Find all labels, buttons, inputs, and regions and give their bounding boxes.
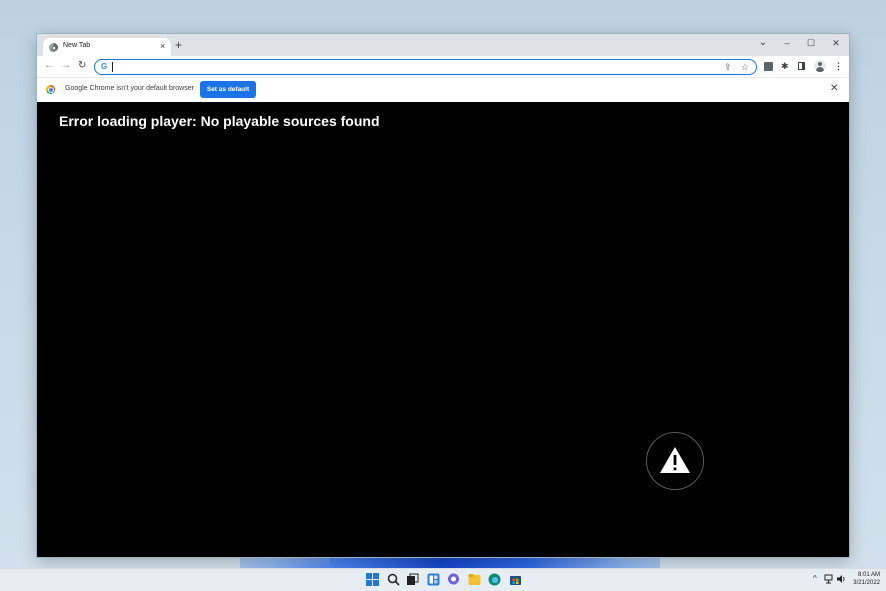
chrome-logo-icon bbox=[46, 85, 55, 94]
clock-date[interactable]: 3/21/2022 bbox=[848, 580, 880, 586]
file-explorer-icon[interactable] bbox=[468, 573, 481, 586]
task-view-icon[interactable] bbox=[406, 573, 419, 586]
windows-start-icon[interactable] bbox=[366, 573, 379, 586]
address-bar[interactable]: G ⇪ ☆ bbox=[94, 59, 757, 75]
browser-toolbar: ← → ↻ G ⇪ ☆ ✱ ⋮ bbox=[37, 56, 849, 77]
infobar-close-icon[interactable]: ✕ bbox=[830, 83, 838, 95]
new-tab-button[interactable]: + bbox=[175, 39, 182, 51]
back-button[interactable]: ← bbox=[44, 59, 54, 73]
browser-window: New Tab × + ⌄ – ☐ ✕ ← → ↻ G ⇪ ☆ ✱ ⋮ Goog… bbox=[37, 34, 849, 557]
profile-avatar-icon[interactable] bbox=[814, 60, 826, 72]
tab-close-icon[interactable]: × bbox=[160, 40, 165, 52]
warning-button[interactable] bbox=[646, 432, 704, 490]
globe-icon bbox=[49, 43, 58, 52]
google-g-icon: G bbox=[101, 62, 108, 71]
share-icon[interactable]: ⇪ bbox=[724, 60, 732, 74]
minimize-button[interactable]: – bbox=[778, 36, 796, 50]
tray-chevron-icon[interactable]: ^ bbox=[813, 573, 817, 585]
reload-button[interactable]: ↻ bbox=[78, 59, 86, 73]
side-panel-icon[interactable] bbox=[798, 62, 805, 70]
default-browser-infobar: Google Chrome isn't your default browser… bbox=[37, 77, 849, 103]
warning-triangle-icon bbox=[660, 447, 690, 473]
player-error-message: Error loading player: No playable source… bbox=[59, 113, 380, 129]
maximize-button[interactable]: ☐ bbox=[802, 36, 820, 50]
tab-title: New Tab bbox=[63, 42, 91, 49]
video-player[interactable]: Error loading player: No playable source… bbox=[37, 102, 849, 557]
forward-button[interactable]: → bbox=[61, 59, 71, 73]
tab-strip: New Tab × + ⌄ – ☐ ✕ bbox=[37, 34, 849, 56]
text-caret bbox=[112, 62, 113, 72]
infobar-message: Google Chrome isn't your default browser bbox=[65, 85, 194, 92]
volume-icon[interactable] bbox=[836, 574, 846, 584]
taskbar: ^ 8:01 AM 3/21/2022 bbox=[0, 568, 886, 591]
more-menu-icon[interactable]: ⋮ bbox=[834, 60, 843, 73]
bookmark-star-icon[interactable]: ☆ bbox=[741, 60, 749, 74]
tab-search-dropdown-icon[interactable]: ⌄ bbox=[754, 36, 772, 50]
network-icon[interactable] bbox=[824, 574, 834, 584]
widgets-icon[interactable] bbox=[427, 573, 440, 586]
store-icon[interactable] bbox=[509, 573, 522, 586]
chat-icon[interactable] bbox=[447, 573, 460, 586]
close-window-button[interactable]: ✕ bbox=[827, 36, 845, 50]
puzzle-extensions-icon[interactable]: ✱ bbox=[781, 60, 789, 73]
search-icon[interactable] bbox=[387, 573, 400, 586]
edge-icon[interactable] bbox=[488, 573, 501, 586]
tab-new-tab[interactable]: New Tab × bbox=[43, 38, 171, 56]
extension-icon[interactable] bbox=[764, 62, 773, 71]
set-as-default-button[interactable]: Set as default bbox=[200, 81, 256, 98]
clock-time[interactable]: 8:01 AM bbox=[852, 572, 880, 578]
